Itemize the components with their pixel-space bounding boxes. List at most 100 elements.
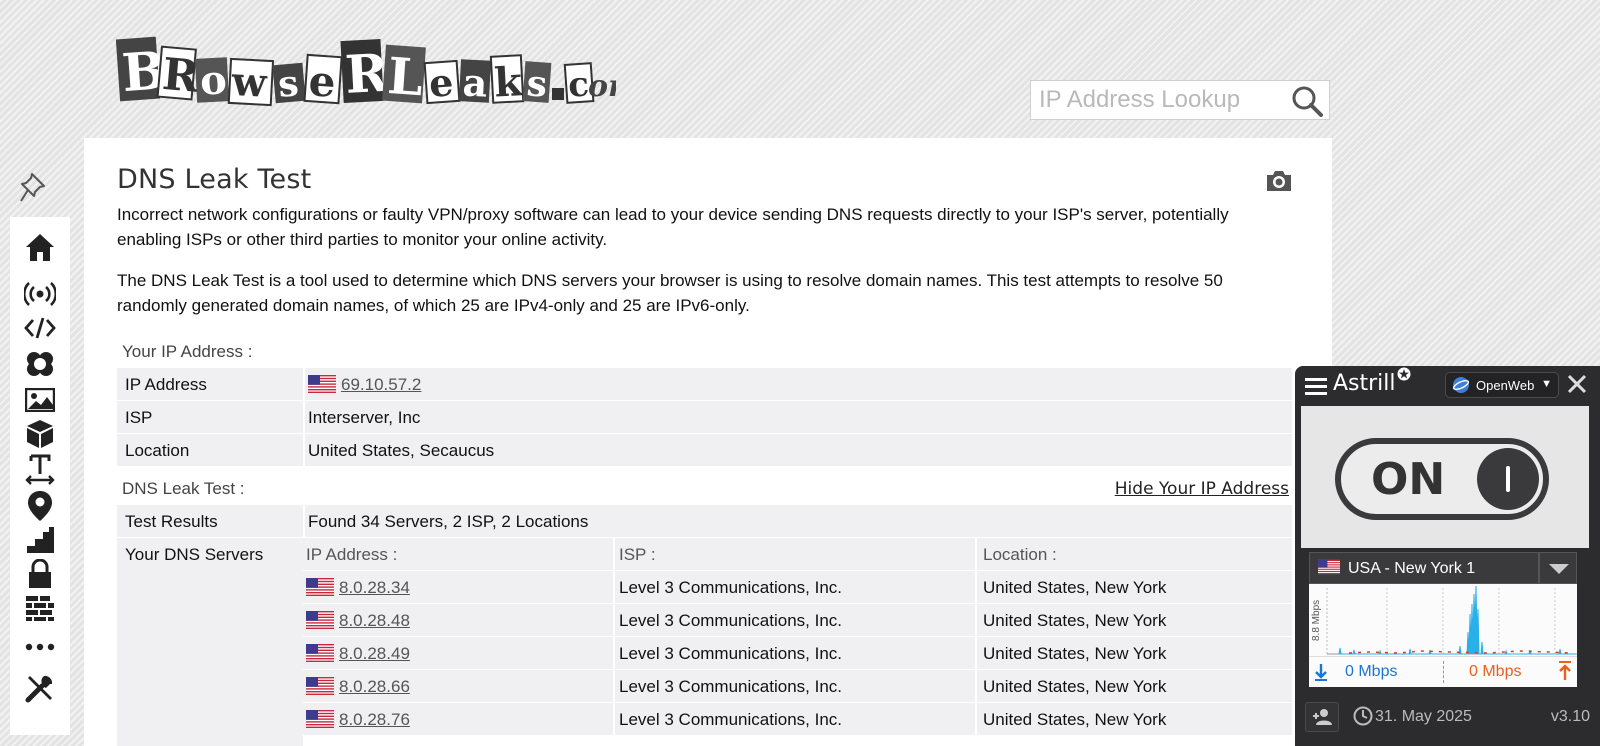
sidebar-item-webrtc[interactable] [23, 349, 57, 379]
svg-text:a: a [462, 59, 489, 105]
stairs-icon [27, 527, 54, 553]
star-icon [1397, 367, 1411, 381]
sidebar-item-tls[interactable] [23, 525, 57, 555]
dropdown-arrow-icon: ▼ [1541, 378, 1552, 390]
row-value: 69.10.57.2 [308, 375, 421, 395]
column-header: IP Address : [306, 545, 398, 564]
speed-readout: 0 Mbps 0 Mbps [1309, 656, 1577, 687]
close-icon[interactable] [1567, 374, 1587, 394]
sidebar-item-ssl[interactable] [23, 559, 57, 589]
sidebar-item-geolocation[interactable] [23, 489, 57, 523]
add-user-icon [1313, 709, 1332, 725]
dns-ip-link[interactable]: 8.0.28.48 [339, 611, 410, 630]
code-icon [24, 317, 56, 339]
column-header: ISP : [619, 545, 656, 564]
svg-text:e: e [307, 56, 337, 107]
dns-isp: Level 3 Communications, Inc. [619, 677, 842, 696]
bandwidth-graph: 8.8 Mbps [1309, 584, 1577, 656]
server-selector[interactable]: USA - New York 1 [1309, 552, 1539, 584]
sidebar-item-more[interactable] [23, 635, 57, 659]
dns-server-row: 8.0.28.66 Level 3 Communications, Inc. U… [303, 670, 1292, 703]
dns-ip-link[interactable]: 8.0.28.49 [339, 644, 410, 663]
sidebar-item-fonts[interactable] [23, 453, 57, 487]
sidebar-item-webgl[interactable] [23, 419, 57, 449]
location-pin-icon [28, 491, 52, 521]
astrill-brand: Astrill [1333, 371, 1396, 396]
browserleaks-logo[interactable]: B R o w s e R L e a k s c om [116, 30, 616, 116]
column-header: Location : [983, 545, 1057, 564]
intro-paragraph-1: Incorrect network configurations or faul… [117, 205, 1229, 249]
row-label: Test Results [125, 512, 218, 531]
vpn-power-toggle[interactable]: ON [1335, 438, 1549, 520]
clock-icon [1353, 706, 1373, 726]
us-flag-icon [306, 677, 334, 695]
pin-icon[interactable] [18, 170, 52, 204]
version-label: v3.10 [1550, 708, 1590, 725]
dns-isp: Level 3 Communications, Inc. [619, 578, 842, 597]
subscription-date: 31. May 2025 [1375, 708, 1472, 725]
row-value: Found 34 Servers, 2 ISP, 2 Locations [308, 512, 589, 531]
test-results-row: Test Results Found 34 Servers, 2 ISP, 2 … [117, 505, 1292, 538]
add-user-button[interactable] [1305, 702, 1339, 732]
wireless-icon [24, 282, 56, 306]
row-label: ISP [125, 408, 153, 427]
sidebar-item-firewall[interactable] [23, 593, 57, 623]
toggle-label: ON [1371, 454, 1446, 505]
sidebar-item-tools[interactable] [23, 671, 57, 705]
intro-paragraph-2: The DNS Leak Test is a tool used to dete… [117, 271, 1223, 315]
webrtc-icon [27, 352, 53, 376]
dns-isp: Level 3 Communications, Inc. [619, 611, 842, 630]
isp-row: ISP Interserver, Inc [117, 401, 1292, 434]
row-value: United States, Secaucus [308, 441, 495, 460]
more-icon [25, 643, 55, 651]
sidebar-item-home[interactable] [23, 229, 57, 265]
dns-table-header: IP Address : ISP : Location : [303, 538, 1292, 571]
dns-server-row: 8.0.28.34 Level 3 Communications, Inc. U… [303, 571, 1292, 604]
dns-section-label: DNS Leak Test : [122, 479, 245, 498]
upload-arrow-icon [1559, 661, 1571, 680]
mode-selector[interactable]: OpenWeb ▼ [1445, 372, 1559, 398]
ip-section-label: Your IP Address : [122, 342, 253, 361]
chevron-down-icon [1549, 564, 1569, 574]
dns-location: United States, New York [983, 710, 1167, 729]
globe-icon [1452, 377, 1470, 393]
dns-location: United States, New York [983, 644, 1167, 663]
sidebar [10, 217, 70, 735]
sidebar-item-canvas[interactable] [23, 385, 57, 415]
download-arrow-icon [1315, 664, 1327, 681]
us-flag-icon [306, 578, 334, 596]
search-icon[interactable] [1291, 85, 1323, 117]
camera-icon[interactable] [1264, 168, 1294, 194]
svg-text:c: c [567, 64, 590, 105]
dns-ip-link[interactable]: 8.0.28.66 [339, 677, 410, 696]
sidebar-item-wireless[interactable] [23, 279, 57, 309]
ip-lookup-search [1030, 80, 1330, 120]
ip-address-link[interactable]: 69.10.57.2 [341, 375, 421, 394]
row-label: Location [125, 441, 190, 460]
dns-ip-link[interactable]: 8.0.28.34 [339, 578, 410, 597]
hamburger-menu-icon[interactable] [1305, 376, 1327, 396]
dns-isp: Level 3 Communications, Inc. [619, 644, 842, 663]
svg-text:s: s [276, 62, 300, 106]
lock-icon [29, 559, 51, 588]
image-icon [25, 388, 55, 412]
sidebar-item-code[interactable] [23, 313, 57, 343]
svg-text:o: o [199, 56, 228, 104]
home-icon [26, 234, 54, 261]
mode-label: OpenWeb [1476, 378, 1535, 393]
dns-ip-link[interactable]: 8.0.28.76 [339, 710, 410, 729]
ip-lookup-input[interactable] [1031, 81, 1281, 119]
dns-server-row: 8.0.28.49 Level 3 Communications, Inc. U… [303, 637, 1292, 670]
hide-ip-link[interactable]: Hide Your IP Address [1115, 479, 1289, 499]
svg-text:k: k [493, 58, 524, 106]
astrill-vpn-widget: Astrill OpenWeb ▼ ON USA - New York 1 8.… [1295, 366, 1600, 746]
svg-text:R: R [160, 49, 201, 103]
server-name: USA - New York 1 [1348, 560, 1476, 577]
firewall-icon [26, 596, 54, 621]
svg-text:w: w [230, 58, 269, 107]
us-flag-icon [1318, 559, 1340, 575]
server-dropdown-button[interactable] [1539, 552, 1577, 584]
svg-text:L: L [386, 46, 425, 107]
us-flag-icon [306, 644, 334, 662]
ip-address-row: IP Address 69.10.57.2 [117, 368, 1292, 401]
